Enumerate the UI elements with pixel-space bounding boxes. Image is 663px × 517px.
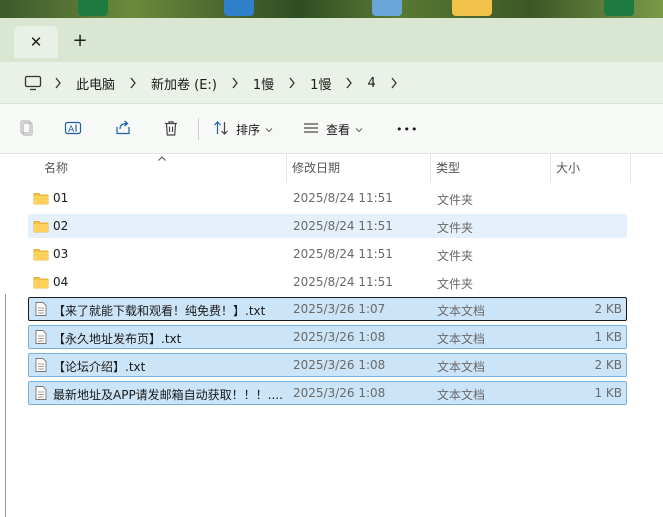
text-file-icon xyxy=(33,301,49,317)
folder-icon xyxy=(33,246,49,262)
file-list: 名称 修改日期 类型 大小 01 2025/8/24 11:51 文件夹 02 … xyxy=(0,154,663,517)
breadcrumb-item[interactable]: 1慢 xyxy=(247,74,280,93)
file-type: 文本文档 xyxy=(437,360,486,374)
chevron-down-icon xyxy=(265,122,273,136)
desktop-app-icon[interactable] xyxy=(604,0,634,16)
desktop-shortcut-icon[interactable] xyxy=(372,0,402,16)
sort-label: 排序 xyxy=(236,122,261,137)
column-header-name[interactable]: 名称 xyxy=(44,154,68,180)
copy-button[interactable] xyxy=(18,117,36,141)
file-name: 04 xyxy=(53,275,69,289)
view-button[interactable]: 查看 xyxy=(302,117,363,141)
list-item[interactable]: 02 2025/8/24 11:51 文件夹 xyxy=(28,214,627,238)
file-date: 2025/3/26 1:08 xyxy=(293,386,386,400)
more-options-button[interactable]: ••• xyxy=(396,117,418,141)
file-type: 文件夹 xyxy=(437,193,474,207)
column-divider[interactable] xyxy=(430,154,431,182)
file-date: 2025/8/24 11:51 xyxy=(293,219,393,233)
file-name: 【论坛介绍】.txt xyxy=(53,360,146,374)
rename-icon: A xyxy=(64,119,82,140)
file-type: 文本文档 xyxy=(437,388,486,402)
file-date: 2025/8/24 11:51 xyxy=(293,247,393,261)
file-size: 2 KB xyxy=(594,358,622,372)
column-divider[interactable] xyxy=(630,154,631,182)
file-date: 2025/8/24 11:51 xyxy=(293,275,393,289)
chevron-down-icon xyxy=(355,122,363,136)
list-item[interactable]: 04 2025/8/24 11:51 文件夹 xyxy=(28,270,627,294)
list-item[interactable]: 【永久地址发布页】.txt 2025/3/26 1:08 文本文档 1 KB xyxy=(28,325,627,349)
new-tab-button[interactable]: + xyxy=(66,26,94,54)
file-name: 最新地址及APP请发邮箱自动获取！！！.... xyxy=(53,388,283,402)
file-type: 文件夹 xyxy=(437,249,474,263)
file-name: 01 xyxy=(53,191,69,205)
chevron-right-icon[interactable] xyxy=(121,73,145,93)
list-item[interactable]: 【来了就能下载和观看！纯免费！】.txt 2025/3/26 1:07 文本文档… xyxy=(28,297,627,321)
text-file-icon xyxy=(33,357,49,373)
list-item[interactable]: 01 2025/8/24 11:51 文件夹 xyxy=(28,186,627,210)
share-icon xyxy=(114,119,132,140)
folder-icon xyxy=(33,274,49,290)
file-date: 2025/3/26 1:07 xyxy=(293,302,386,316)
desktop-background xyxy=(0,0,663,18)
breadcrumb-item[interactable]: 此电脑 xyxy=(70,74,121,93)
tab-current[interactable]: ✕ xyxy=(14,26,58,58)
delete-button[interactable] xyxy=(162,117,180,141)
toolbar-divider xyxy=(198,118,199,140)
breadcrumb-item[interactable]: 新加卷 (E:) xyxy=(145,74,223,93)
file-type: 文本文档 xyxy=(437,304,486,318)
folder-icon xyxy=(33,218,49,234)
column-header-size[interactable]: 大小 xyxy=(556,154,580,180)
desktop-app-icon[interactable] xyxy=(224,0,254,16)
file-name: 02 xyxy=(53,219,69,233)
tab-bar: ✕ + xyxy=(0,18,663,62)
address-bar: 此电脑 新加卷 (E:) 1慢 1慢 4 xyxy=(0,62,663,104)
view-list-icon xyxy=(302,119,320,140)
file-size: 1 KB xyxy=(594,330,622,344)
sort-icon xyxy=(212,119,230,140)
column-header-type[interactable]: 类型 xyxy=(436,154,460,180)
file-date: 2025/3/26 1:08 xyxy=(293,330,386,344)
breadcrumb-item[interactable]: 1慢 xyxy=(304,74,337,93)
breadcrumb-item[interactable]: 4 xyxy=(361,76,381,91)
trash-icon xyxy=(162,119,180,140)
text-file-icon xyxy=(33,385,49,401)
view-label: 查看 xyxy=(326,122,351,137)
chevron-right-icon[interactable] xyxy=(280,73,304,93)
column-header-date[interactable]: 修改日期 xyxy=(292,154,340,180)
desktop-folder-icon[interactable] xyxy=(452,0,492,16)
chevron-right-icon[interactable] xyxy=(337,73,361,93)
file-type: 文件夹 xyxy=(437,277,474,291)
file-name: 【来了就能下载和观看！纯免费！】.txt xyxy=(53,304,266,318)
sort-ascending-icon xyxy=(157,151,167,165)
column-divider[interactable] xyxy=(286,154,287,182)
share-button[interactable] xyxy=(114,117,132,141)
list-item[interactable]: 03 2025/8/24 11:51 文件夹 xyxy=(28,242,627,266)
desktop-app-icon[interactable] xyxy=(78,0,108,16)
rename-button[interactable]: A xyxy=(64,117,82,141)
folder-icon xyxy=(33,190,49,206)
text-file-icon xyxy=(33,329,49,345)
navigation-pane-edge xyxy=(5,294,6,517)
sort-button[interactable]: 排序 xyxy=(212,117,273,141)
copy-icon xyxy=(18,119,36,140)
svg-text:A: A xyxy=(68,125,75,135)
list-item[interactable]: 【论坛介绍】.txt 2025/3/26 1:08 文本文档 2 KB xyxy=(28,353,627,377)
close-icon[interactable]: ✕ xyxy=(30,33,43,51)
file-date: 2025/3/26 1:08 xyxy=(293,358,386,372)
file-type: 文件夹 xyxy=(437,221,474,235)
chevron-right-icon[interactable] xyxy=(46,73,70,93)
computer-icon[interactable] xyxy=(20,70,46,96)
file-date: 2025/8/24 11:51 xyxy=(293,191,393,205)
chevron-right-icon[interactable] xyxy=(382,73,406,93)
file-name: 03 xyxy=(53,247,69,261)
file-type: 文本文档 xyxy=(437,332,486,346)
command-bar: A 排序 查看 ••• xyxy=(0,104,663,154)
file-size: 1 KB xyxy=(594,386,622,400)
column-divider[interactable] xyxy=(550,154,551,182)
chevron-right-icon[interactable] xyxy=(223,73,247,93)
breadcrumb: 此电脑 新加卷 (E:) 1慢 1慢 4 xyxy=(10,66,663,100)
list-item[interactable]: 最新地址及APP请发邮箱自动获取！！！.... 2025/3/26 1:08 文… xyxy=(28,381,627,405)
file-size: 2 KB xyxy=(594,302,622,316)
file-name: 【永久地址发布页】.txt xyxy=(53,332,182,346)
